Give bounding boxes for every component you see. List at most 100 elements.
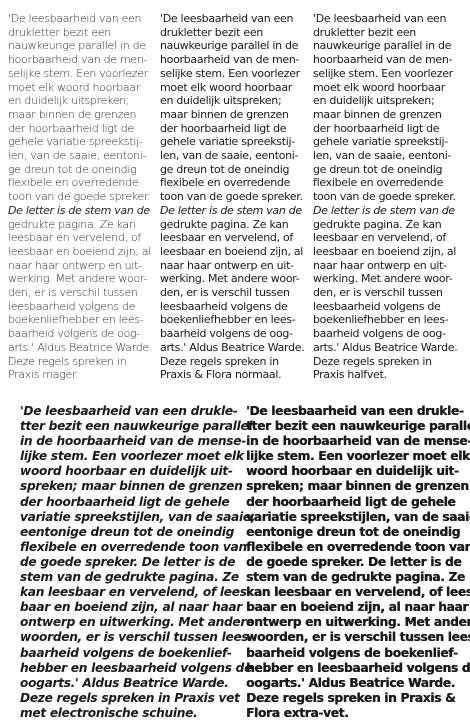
text-line: baar en boeiend zijn, al naar haar <box>246 600 469 615</box>
text-line: den, er is verschil tussen <box>8 286 138 300</box>
text-line: selijke stem. Een voorlezer <box>160 66 300 80</box>
text-line: toon van de goede spreker. <box>160 190 303 204</box>
text-line: maar binnen de grenzen <box>313 107 442 121</box>
text-line: in de hoorbaarheid van de mense- <box>20 434 246 449</box>
text-line: Deze regels spreken in Praxis & <box>246 690 456 705</box>
text-line: de goede spreker. De letter is de <box>246 554 462 569</box>
text-line: der hoorbaarheid ligt de <box>160 121 287 135</box>
text-line: 'De leesbaarheid van een <box>8 12 142 25</box>
text-line: gehele variatie spreekstij- <box>8 135 143 149</box>
text-line: leesbaar en boeiend zijn, al <box>313 244 457 258</box>
text-line: Praxis & Flora normaal. <box>160 368 282 382</box>
text-line: met electronische schuine. <box>20 705 198 720</box>
text-line: leesbaar en boeiend zijn, al <box>8 244 152 258</box>
text-line: Deze regels spreken in <box>160 354 279 368</box>
text-line: den, er is verschil tussen <box>160 286 290 300</box>
text-line: hoorbaarheid van de men- <box>160 53 300 67</box>
text-line: arts.' Aldus Beatrice Warde. <box>160 340 305 354</box>
text-line: baarheid volgens de oog- <box>160 327 293 341</box>
text-line: werking. Met andere woor- <box>313 272 453 286</box>
text-line: De letter is de stem van de <box>8 203 150 217</box>
text-line: baarheid volgens de boekenlief- <box>246 645 458 660</box>
text-line: werking. Met andere woor- <box>160 272 300 286</box>
column-praxis-flora-normaal: 'De leesbaarheid van een drukletter bezi… <box>160 12 305 382</box>
text-line: nauwkeurige parallel in de <box>313 39 452 53</box>
text-line: 'De leesbaarheid van een <box>160 12 294 25</box>
text-line: baarheid volgens de oog- <box>313 327 446 341</box>
text-line: naar haar ontwerp en uit- <box>313 258 447 272</box>
text-line: selijke stem. Een voorlezer <box>313 66 453 80</box>
text-line: maar binnen de grenzen <box>160 107 289 121</box>
text-line: De letter is de stem van de <box>313 203 455 217</box>
text-line: Deze regels spreken in Praxis vet <box>20 690 240 705</box>
text-line: naar haar ontwerp en uit- <box>8 258 142 272</box>
text-line: en duidelijk uitspreken; <box>160 94 282 108</box>
text-line: leesbaarheid volgens de <box>160 299 288 313</box>
text-line: den, er is verschil tussen <box>313 286 443 300</box>
text-line: ge dreun tot de oneindig <box>160 162 290 176</box>
text-line: flexibele en overredende toon van <box>246 539 470 554</box>
text-line: Praxis halfvet. <box>313 368 387 382</box>
text-line: naar haar ontwerp en uit- <box>160 258 294 272</box>
text-line: gedrukte pagina. Ze kan <box>160 217 289 231</box>
text-line: lijke stem. Een voorlezer moet elk <box>246 449 470 464</box>
text-line: woord hoorbaar en duidelijk uit- <box>20 464 233 479</box>
text-line: der hoorbaarheid ligt de gehele <box>246 494 456 509</box>
text-line: 'De leesbaarheid van een <box>313 12 447 25</box>
text-line: Deze regels spreken in <box>313 354 432 368</box>
text-line: der hoorbaarheid ligt de <box>313 121 440 135</box>
text-line: nauwkeurige parallel in de <box>160 39 299 53</box>
text-line: drukletter bezit een <box>160 25 263 39</box>
text-line: kan leesbaar en vervelend, of lees- <box>20 585 252 600</box>
text-line: stem van de gedrukte pagina. Ze <box>246 570 465 585</box>
text-line: gedrukte pagina. Ze kan <box>8 217 136 231</box>
text-line: ontwerp en uitwerking. Met andere <box>246 615 470 630</box>
column-praxis-halfvet: 'De leesbaarheid van een drukletter bezi… <box>313 12 458 382</box>
text-line: der hoorbaarheid ligt de <box>8 121 134 135</box>
text-line: leesbaar en boeiend zijn, al <box>160 244 304 258</box>
text-line: ge dreun tot de oneindig <box>313 162 443 176</box>
text-line: lijke stem. Een voorlezer moet elk <box>20 449 244 464</box>
text-line: tter bezit een nauwkeurige parallel <box>246 419 470 434</box>
text-line: nauwkeurige parallel in de <box>8 39 146 53</box>
text-line: maar binnen de grenzen <box>8 107 137 121</box>
text-line: toon van de goede spreker. <box>8 190 151 204</box>
text-line: stem van de gedrukte pagina. Ze <box>20 570 239 585</box>
text-line: leesbaar en vervelend, of <box>160 231 293 245</box>
text-line: boekenliefhebber en lees- <box>160 313 296 327</box>
text-line: drukletter bezit een <box>8 25 111 39</box>
text-line: moet elk woord hoorbaar <box>313 80 446 94</box>
text-line: gehele variatie spreekstij- <box>160 135 295 149</box>
text-line: spreken; maar binnen de grenzen <box>20 479 243 494</box>
text-line: leesbaarheid volgens de <box>313 299 441 313</box>
text-line: de goede spreker. De letter is de <box>20 554 236 569</box>
text-line: flexibele en overredende <box>8 176 139 190</box>
text-line: moet elk woord hoorbaar <box>8 80 141 94</box>
text-line: len, van de saaie, eentoni- <box>313 149 452 163</box>
text-line: woorden, er is verschil tussen lees- <box>246 630 470 645</box>
text-line: woorden, er is verschil tussen lees- <box>20 630 254 645</box>
text-line: woord hoorbaar en duidelijk uit- <box>246 464 459 479</box>
text-line: Flora extra-vet. <box>246 705 349 720</box>
text-line: en duidelijk uitspreken; <box>313 94 435 108</box>
text-line: Deze regels spreken in <box>8 354 127 368</box>
text-line: leesbaarheid volgens de <box>8 299 136 313</box>
text-line: leesbaar en vervelend, of <box>313 231 446 245</box>
text-line: flexibele en overredende <box>160 176 291 190</box>
text-line: gedrukte pagina. Ze kan <box>313 217 442 231</box>
text-line: arts.' Aldus Beatrice Warde. <box>8 340 153 354</box>
text-line: variatie spreekstijlen, van de saaie, <box>246 509 470 524</box>
text-line: spreken; maar binnen de grenzen <box>246 479 469 494</box>
text-line: eentonige dreun tot de oneindig <box>246 524 461 539</box>
text-line: hebber en leesbaarheid volgens de <box>246 660 470 675</box>
text-line: hoorbaarheid van de men- <box>8 53 148 67</box>
text-line: ontwerp en uitwerking. Met andere <box>20 615 255 630</box>
text-line: der hoorbaarheid ligt de gehele <box>20 494 230 509</box>
text-line: werking. Met andere woor- <box>8 272 148 286</box>
text-line: eentonige dreun tot de oneindig <box>20 524 235 539</box>
text-line: kan leesbaar en vervelend, of lees- <box>246 585 470 600</box>
text-line: drukletter bezit een <box>313 25 416 39</box>
text-line: moet elk woord hoorbaar <box>160 80 293 94</box>
column-praxis-flora-extra-vet: 'De leesbaarheid van een drukle- tter be… <box>246 404 470 721</box>
text-line: tter bezit een nauwkeurige parallel <box>20 419 253 434</box>
